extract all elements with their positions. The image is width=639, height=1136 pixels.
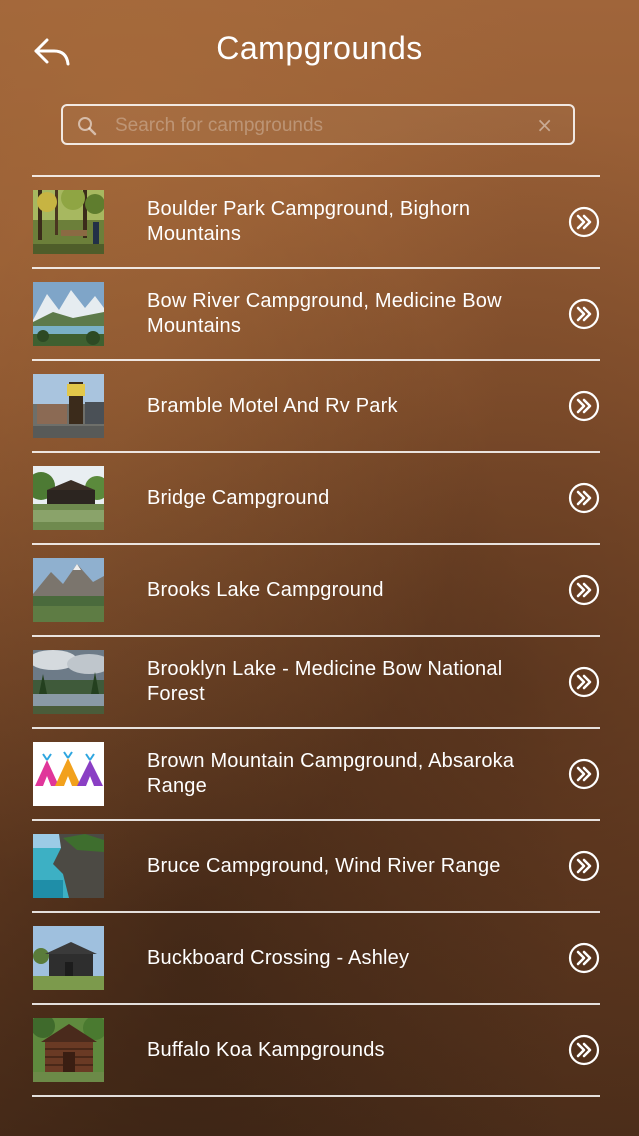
list-item[interactable]: Bramble Motel And Rv Park — [32, 361, 600, 453]
thumbnail-image — [33, 1018, 104, 1082]
thumbnail-image — [33, 190, 104, 254]
list-item-label: Buffalo Koa Kampgrounds — [147, 1038, 385, 1061]
thumbnail-image — [33, 834, 104, 898]
list-item-label: Brown Mountain Campground, Absaroka Rang… — [147, 750, 515, 797]
thumbnail-image — [33, 282, 104, 346]
chevron-double-right-icon[interactable] — [568, 758, 600, 790]
page-title: Campgrounds — [216, 30, 423, 66]
thumbnail-image — [33, 466, 104, 530]
list-item-label: Bramble Motel And Rv Park — [147, 394, 398, 417]
clear-search-icon[interactable]: × — [536, 115, 553, 135]
list-item-label: Boulder Park Campground, Bighorn Mountai… — [147, 198, 471, 245]
chevron-double-right-icon[interactable] — [568, 574, 600, 606]
chevron-double-right-icon[interactable] — [568, 850, 600, 882]
list-item[interactable]: Bruce Campground, Wind River Range — [32, 821, 600, 913]
search-icon — [78, 117, 97, 136]
list-item-label: Brooklyn Lake - Medicine Bow National Fo… — [147, 658, 503, 705]
chevron-double-right-icon[interactable] — [568, 390, 600, 422]
list-item-label: Brooks Lake Campground — [147, 578, 384, 601]
chevron-double-right-icon[interactable] — [568, 1034, 600, 1066]
campground-list: Boulder Park Campground, Bighorn Mountai… — [32, 175, 600, 1097]
thumbnail-image — [33, 926, 104, 990]
list-item-label: Bow River Campground, Medicine Bow Mount… — [147, 290, 502, 337]
chevron-double-right-icon[interactable] — [568, 482, 600, 514]
chevron-double-right-icon[interactable] — [568, 666, 600, 698]
list-item[interactable]: Boulder Park Campground, Bighorn Mountai… — [32, 177, 600, 269]
list-item[interactable]: Brown Mountain Campground, Absaroka Rang… — [32, 729, 600, 821]
thumbnail-image — [33, 558, 104, 622]
list-item[interactable]: Brooks Lake Campground — [32, 545, 600, 637]
list-item[interactable]: Brooklyn Lake - Medicine Bow National Fo… — [32, 637, 600, 729]
list-item-label: Bridge Campground — [147, 486, 330, 509]
chevron-double-right-icon[interactable] — [568, 298, 600, 330]
search-bar[interactable]: × — [61, 104, 575, 145]
thumbnail-image — [33, 742, 104, 806]
thumbnail-image — [33, 650, 104, 714]
search-input[interactable] — [113, 110, 527, 142]
list-item[interactable]: Bridge Campground — [32, 453, 600, 545]
chevron-double-right-icon[interactable] — [568, 206, 600, 238]
header: Campgrounds — [0, 0, 639, 100]
list-item-label: Bruce Campground, Wind River Range — [147, 854, 501, 877]
list-item[interactable]: Bow River Campground, Medicine Bow Mount… — [32, 269, 600, 361]
list-item[interactable]: Buffalo Koa Kampgrounds — [32, 1005, 600, 1097]
list-item[interactable]: Buckboard Crossing - Ashley — [32, 913, 600, 1005]
chevron-double-right-icon[interactable] — [568, 942, 600, 974]
thumbnail-image — [33, 374, 104, 438]
list-item-label: Buckboard Crossing - Ashley — [147, 946, 410, 969]
